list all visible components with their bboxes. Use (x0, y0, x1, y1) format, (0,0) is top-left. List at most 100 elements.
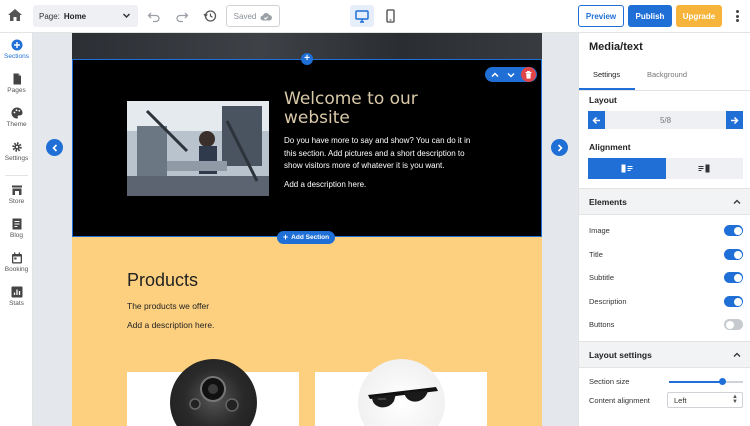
blog-icon (12, 218, 21, 230)
product-image-camera (170, 359, 257, 426)
next-arrow-icon[interactable] (551, 139, 568, 156)
panel-title: Media/text (589, 41, 643, 53)
toggle-description[interactable] (724, 296, 743, 307)
mobile-view-button[interactable] (378, 5, 402, 27)
undo-icon[interactable] (147, 9, 161, 23)
chevron-up-icon (733, 199, 741, 204)
content-alignment-value: Left (674, 395, 687, 405)
sidebar-item-label: Booking (4, 266, 29, 273)
toggle-title[interactable] (724, 249, 743, 260)
sidebar-item-booking[interactable]: Booking (0, 252, 33, 273)
sidebar-item-blog[interactable]: Blog (0, 218, 33, 239)
plus-icon: + (282, 232, 289, 242)
sidebar-item-pages[interactable]: Pages (0, 73, 33, 94)
slider-fill (669, 381, 723, 383)
align-image-left-button[interactable] (588, 158, 666, 179)
prev-arrow-icon[interactable] (46, 139, 63, 156)
calendar-icon (11, 252, 22, 264)
delete-section-icon[interactable] (521, 67, 536, 82)
element-label-image: Image (589, 226, 610, 235)
tab-settings[interactable]: Settings (593, 70, 620, 79)
products-title[interactable]: Products (127, 270, 198, 291)
arrow-left-icon[interactable] (588, 111, 605, 129)
move-up-icon[interactable] (487, 67, 503, 82)
sidebar-item-label: Sections (4, 53, 29, 60)
content-alignment-label: Content alignment (589, 396, 650, 405)
elements-section-header[interactable]: Elements (579, 188, 750, 215)
section-size-label: Section size (589, 377, 630, 386)
sidebar-item-label: Theme (6, 121, 27, 128)
store-icon (11, 185, 22, 195)
layout-settings-header-label: Layout settings (589, 350, 652, 360)
stats-icon (11, 286, 22, 298)
page-select[interactable]: Page: Home (33, 5, 138, 27)
hero-description[interactable]: Add a description here. (284, 180, 480, 189)
sidebar-item-settings[interactable]: Settings (0, 141, 33, 162)
products-description[interactable]: Add a description here. (127, 320, 214, 330)
desktop-view-button[interactable] (350, 5, 374, 27)
page-select-label: Page: (39, 11, 60, 21)
layout-stepper[interactable]: 5/8 (588, 111, 743, 129)
products-subtitle[interactable]: The products we offer (127, 301, 209, 311)
toggle-buttons[interactable] (724, 319, 743, 330)
plus-circle-icon (11, 39, 22, 51)
add-section-label: Add Section (291, 234, 330, 241)
editor-canvas: Welcome to our website Do you have more … (33, 33, 578, 426)
move-down-icon[interactable] (503, 67, 519, 82)
hero-image[interactable] (127, 101, 269, 196)
sidebar-item-label: Blog (9, 232, 23, 239)
preview-button[interactable]: Preview (578, 5, 624, 27)
tab-background[interactable]: Background (647, 70, 687, 79)
align-left-icon (621, 164, 633, 173)
sidebar-item-store[interactable]: Store (0, 184, 33, 205)
product-card[interactable] (315, 359, 487, 426)
sidebar-item-label: Stats (9, 300, 24, 307)
page-preview: Welcome to our website Do you have more … (72, 33, 542, 426)
page-select-value: Home (63, 11, 87, 21)
insert-section-plus-icon[interactable]: + (301, 53, 313, 65)
sidebar-item-theme[interactable]: Theme (0, 107, 33, 128)
sidebar-item-label: Pages (7, 87, 26, 94)
arrow-right-icon[interactable] (726, 111, 743, 129)
desktop-icon (355, 9, 369, 23)
saved-button[interactable]: Saved (226, 5, 280, 27)
media-text-section[interactable]: Welcome to our website Do you have more … (72, 59, 542, 237)
products-section[interactable]: Products The products we offer Add a des… (72, 237, 542, 426)
element-label-buttons: Buttons (589, 320, 615, 329)
sidebar-item-sections[interactable]: Sections (0, 39, 33, 60)
select-arrows-icon: ▲ ▼ (732, 394, 738, 405)
product-image-sunglasses (358, 359, 445, 426)
alignment-label: Alignment (589, 142, 631, 152)
toggle-subtitle[interactable] (724, 272, 743, 283)
hero-text[interactable]: Do you have more to say and show? You ca… (284, 135, 480, 173)
content-alignment-select[interactable]: Left ▲ ▼ (667, 392, 743, 408)
history-icon[interactable] (203, 9, 217, 23)
more-options-icon[interactable] (731, 8, 743, 24)
redo-icon[interactable] (175, 9, 189, 23)
top-toolbar: Page: Home Saved Preview Publish Upgrade (0, 0, 750, 33)
publish-button[interactable]: Publish (628, 5, 672, 27)
upgrade-button[interactable]: Upgrade (676, 5, 722, 27)
settings-panel: Media/text Settings Background Layout 5/… (578, 33, 750, 426)
layout-label: Layout (589, 95, 617, 105)
layout-value: 5/8 (659, 115, 672, 125)
alignment-toggle-group (588, 158, 743, 179)
layout-settings-section-header[interactable]: Layout settings (579, 341, 750, 368)
hero-title[interactable]: Welcome to our website (284, 90, 484, 128)
toggle-image[interactable] (724, 225, 743, 236)
sidebar-item-stats[interactable]: Stats (0, 286, 33, 307)
align-image-right-button[interactable] (665, 158, 743, 179)
gear-icon (11, 142, 22, 152)
mobile-icon (385, 9, 395, 23)
saved-label: Saved (233, 11, 257, 21)
slider-handle[interactable] (718, 378, 726, 385)
add-section-button[interactable]: + Add Section (277, 231, 335, 244)
element-label-description: Description (589, 297, 627, 306)
section-size-slider[interactable] (669, 378, 743, 385)
chevron-up-icon (733, 352, 741, 357)
home-icon[interactable] (7, 8, 25, 24)
page-icon (13, 73, 21, 85)
sidebar-item-label: Store (8, 198, 25, 205)
product-card[interactable] (127, 359, 299, 426)
sidebar-divider (5, 175, 28, 176)
